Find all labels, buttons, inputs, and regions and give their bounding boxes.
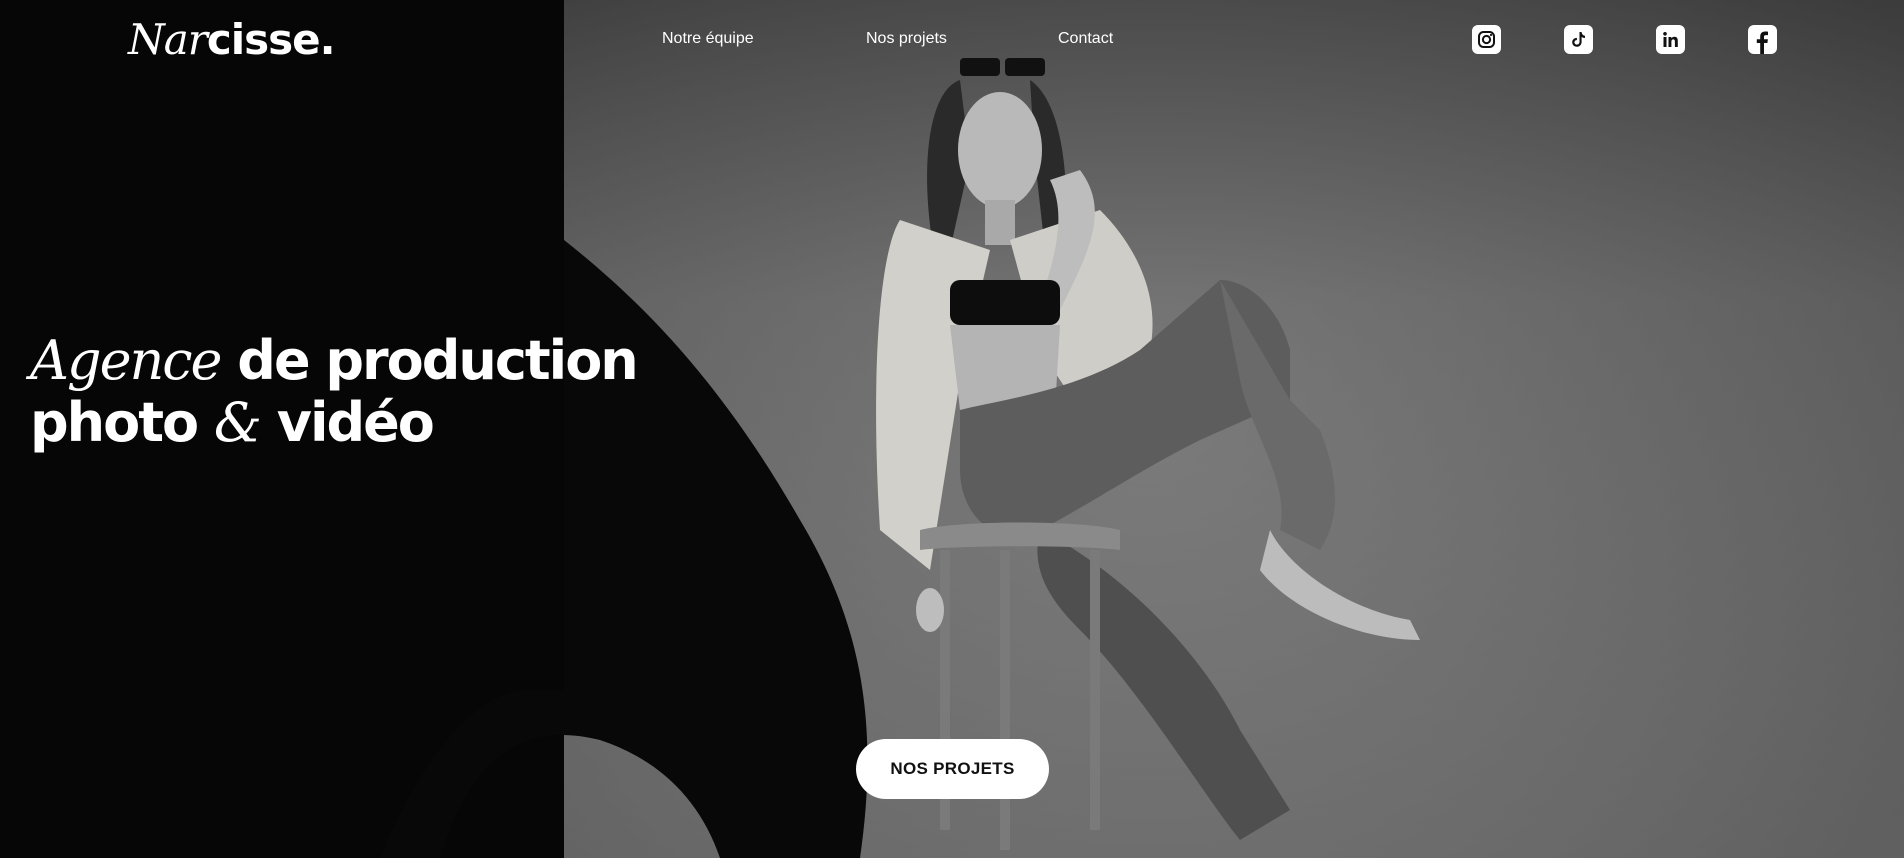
facebook-icon[interactable] [1748, 25, 1777, 54]
main-nav: Notre équipe Nos projets Contact [0, 28, 1904, 52]
nos-projets-button[interactable]: NOS PROJETS [856, 739, 1049, 799]
nav-link-notre-equipe[interactable]: Notre équipe [662, 28, 754, 50]
hero-section: Narcisse. Notre équipe Nos projets Conta… [0, 0, 1904, 858]
headline-video: vidéo [260, 391, 435, 454]
tiktok-icon[interactable] [1564, 25, 1593, 54]
headline-photo: photo [30, 391, 214, 454]
nav-link-contact[interactable]: Contact [1058, 28, 1113, 50]
model-figure [876, 58, 1420, 850]
headline-de-production: de production [220, 329, 638, 392]
headline-ampersand: & [213, 391, 262, 454]
linkedin-icon[interactable] [1656, 25, 1685, 54]
nav-link-nos-projets[interactable]: Nos projets [866, 28, 947, 50]
headline-italic-agence: Agence [30, 329, 222, 392]
hero-headline: Agence de production photo & vidéo [30, 329, 639, 454]
instagram-icon[interactable] [1472, 25, 1501, 54]
site-header: Narcisse. Notre équipe Nos projets Conta… [0, 0, 1904, 80]
